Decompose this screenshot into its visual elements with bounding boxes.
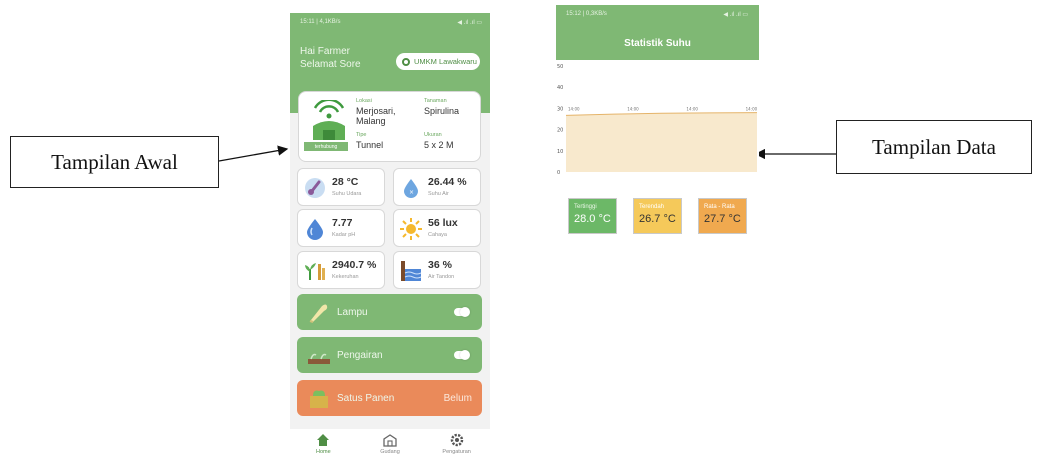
connection-badge: terhubung <box>304 142 348 151</box>
y-tick-label: 40 <box>557 85 563 91</box>
pengairan-label: Pengairan <box>337 349 383 361</box>
greeting-line-1: Hai Farmer <box>300 46 351 57</box>
air-tandon-label: Air Tandon <box>428 274 455 280</box>
x-tick-label: 14:00 <box>746 106 758 111</box>
stats-title: Statistik Suhu <box>624 38 691 49</box>
status-panen-bar[interactable]: Satus Panen Belum <box>297 380 482 416</box>
stat-terendah: Terendah 26.7 °C <box>633 198 682 234</box>
ph-label: Kadar pH <box>332 232 356 238</box>
lampu-toggle[interactable] <box>454 307 470 317</box>
figure-canvas: Tampilan Awal Tampilan Data 15:11 | 4,1K… <box>0 0 1041 461</box>
nav-pengaturan[interactable]: Pengaturan <box>427 433 487 455</box>
status-bar: 15:11 | 4,1KB/s ◀ .ıl .ıl ▭ <box>300 19 482 26</box>
tanaman-label: Tanaman <box>424 98 447 104</box>
bottom-nav: Home Gudang Pengaturan <box>290 429 490 460</box>
greenhouse-icon <box>313 100 345 140</box>
irrigation-icon <box>308 353 330 364</box>
callout-arrows <box>218 145 836 162</box>
cahaya-value: 56 lux <box>428 217 458 229</box>
lokasi-value: Merjosari, Malang <box>356 106 396 126</box>
location-selector[interactable]: UMKM Lawakwaru <box>396 53 480 70</box>
stat-rata-rata: Rata - Rata 27.7 °C <box>698 198 747 234</box>
ukuran-label: Ukuran <box>424 132 442 138</box>
tipe-label: Tipe <box>356 132 367 138</box>
pengairan-toggle[interactable] <box>454 350 470 360</box>
nav-gudang-label: Gudang <box>380 449 400 455</box>
stat-terendah-value: 26.7 °C <box>639 213 676 225</box>
lokasi-label: Lokasi <box>356 98 372 104</box>
stat-tertinggi-label: Tertinggi <box>574 204 597 210</box>
home-screen: 15:11 | 4,1KB/s ◀ .ıl .ıl ▭ Hai Farmer S… <box>290 13 490 460</box>
nav-home[interactable]: Home <box>293 433 353 455</box>
svg-text:×: × <box>409 189 414 196</box>
water-tank-icon <box>401 261 422 281</box>
x-tick-label: 14:00 <box>627 106 639 111</box>
y-tick-label: 30 <box>557 106 563 112</box>
stat-terendah-label: Terendah <box>639 204 665 210</box>
cahaya-label: Cahaya <box>428 232 447 238</box>
x-tick-label: 14:00 <box>686 106 698 111</box>
sensor-tile-cahaya[interactable]: 56 lux Cahaya <box>393 209 481 247</box>
arrow-to-home <box>218 145 289 162</box>
stat-tertinggi-value: 28.0 °C <box>574 213 611 225</box>
greeting: Hai Farmer Selamat Sore <box>300 45 361 71</box>
greeting-line-2: Selamat Sore <box>300 59 361 70</box>
sensor-tile-kekeruhan[interactable]: 2940.7 % Kekeruhan <box>297 251 385 289</box>
y-tick-label: 20 <box>557 128 563 134</box>
stat-rata-rata-label: Rata - Rata <box>704 204 735 210</box>
stats-status-bar: 15:12 | 0,3KB/s ◀ .ıl .ıl ▭ <box>566 11 748 18</box>
status-time: 15:11 | 4,1KB/s <box>300 19 341 25</box>
stat-rata-rata-value: 27.7 °C <box>704 213 741 225</box>
lampu-control[interactable]: Lampu <box>297 294 482 330</box>
pengairan-control[interactable]: Pengairan <box>297 337 482 373</box>
plant-icon <box>305 263 325 280</box>
nav-home-label: Home <box>315 449 331 455</box>
suhu-udara-value: 28 °C <box>332 176 359 188</box>
status-panen-label: Satus Panen <box>337 392 395 404</box>
suhu-air-label: Suhu Air <box>428 191 449 197</box>
y-tick-label: 0 <box>557 170 560 176</box>
gear-icon <box>450 433 463 447</box>
harvest-icon <box>310 390 328 408</box>
ukuran-value: 5 x 2 M <box>424 140 454 150</box>
sun-icon <box>400 218 422 240</box>
thermometer-icon <box>305 178 325 198</box>
tipe-value: Tunnel <box>356 140 384 150</box>
status-icons: ◀ .ıl .ıl ▭ <box>457 20 482 26</box>
kekeruhan-label: Kekeruhan <box>332 274 359 280</box>
stat-tertinggi: Tertinggi 28.0 °C <box>568 198 617 234</box>
sensor-tile-suhu-udara[interactable]: 28 °C Suhu Udara <box>297 168 385 206</box>
greenhouse-info-card: terhubung Lokasi Merjosari, Malang Tanam… <box>298 91 481 162</box>
temperature-area <box>566 112 757 172</box>
x-tick-label: 14:00 <box>568 106 580 111</box>
lamp-icon <box>309 304 328 323</box>
y-tick-label: 10 <box>557 149 563 155</box>
temperature-chart: 50 40 30 20 10 0 14:00 14:00 14:00 14:00 <box>556 60 759 180</box>
tanaman-value: Spirulina <box>424 106 460 116</box>
temperature-chart-svg: 50 40 30 20 10 0 14:00 14:00 14:00 14:00 <box>557 64 758 176</box>
home-icon <box>317 434 330 446</box>
lampu-label: Lampu <box>337 306 368 318</box>
y-tick-label: 50 <box>557 64 563 70</box>
warehouse-icon <box>383 434 397 447</box>
sensor-tile-suhu-air[interactable]: × 26.44 % Suhu Air <box>393 168 481 206</box>
location-icon <box>402 57 410 66</box>
sensor-tile-ph[interactable]: 7.77 Kadar pH <box>297 209 385 247</box>
stats-status-icons: ◀ .ıl .ıl ▭ <box>723 12 748 18</box>
stats-header: 15:12 | 0,3KB/s ◀ .ıl .ıl ▭ Statistik Su… <box>556 5 759 60</box>
nav-pengaturan-label: Pengaturan <box>442 449 471 455</box>
ph-value: 7.77 <box>332 217 353 229</box>
ph-drop-icon <box>307 219 323 240</box>
stats-screen: 15:12 | 0,3KB/s ◀ .ıl .ıl ▭ Statistik Su… <box>556 5 759 248</box>
status-panen-value: Belum <box>443 392 472 404</box>
kekeruhan-value: 2940.7 % <box>332 259 377 271</box>
water-drop-icon: × <box>404 179 418 198</box>
suhu-air-value: 26.44 % <box>428 176 467 188</box>
stats-status-time: 15:12 | 0,3KB/s <box>566 11 607 17</box>
sensor-tile-air-tandon[interactable]: 36 % Air Tandon <box>393 251 481 289</box>
air-tandon-value: 36 % <box>428 259 452 271</box>
suhu-udara-label: Suhu Udara <box>332 191 362 197</box>
location-label: UMKM Lawakwaru <box>414 57 477 66</box>
nav-gudang[interactable]: Gudang <box>360 433 420 455</box>
